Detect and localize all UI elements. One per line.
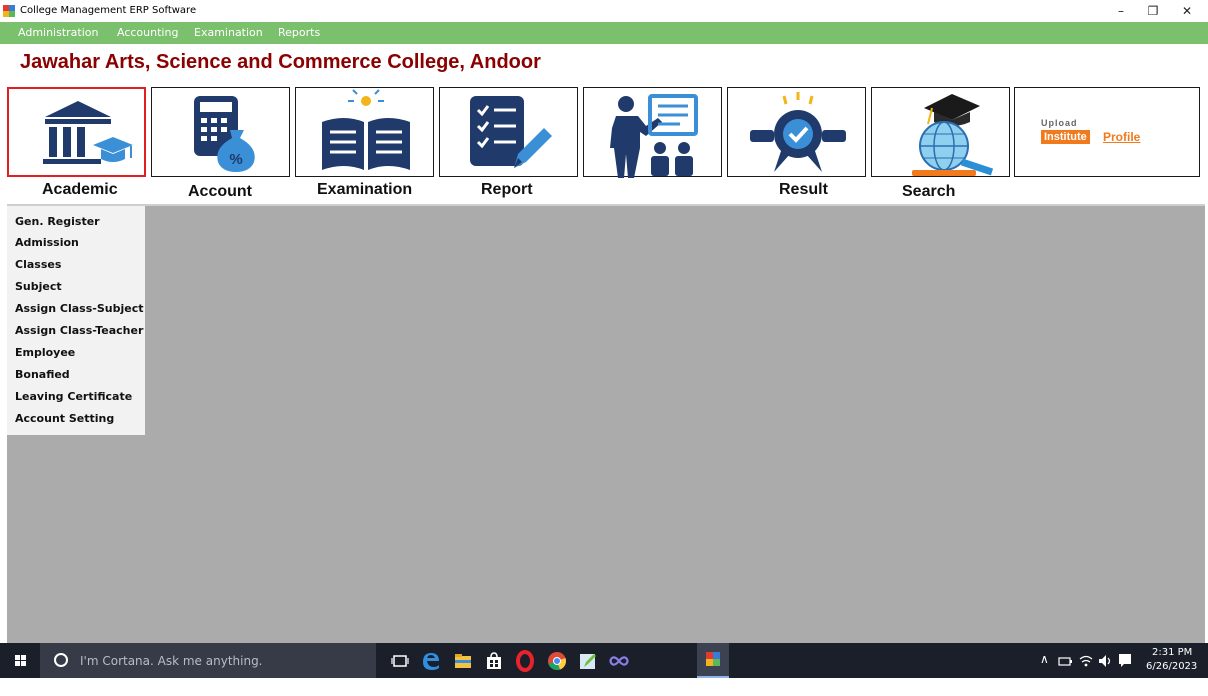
college-name: Jawahar Arts, Science and Commerce Colle… bbox=[20, 51, 541, 73]
submenu-bonafied[interactable]: Bonafied bbox=[15, 368, 70, 381]
active-app-taskbar-button[interactable] bbox=[697, 643, 729, 678]
tray-chevron-icon[interactable]: ∧ bbox=[1040, 652, 1049, 687]
app-icon bbox=[3, 5, 15, 17]
windows-logo-icon bbox=[15, 655, 26, 666]
calculator-money-bag-icon: % bbox=[194, 96, 255, 172]
submenu-subject[interactable]: Subject bbox=[15, 280, 62, 293]
wifi-icon[interactable] bbox=[1078, 654, 1094, 668]
tile-report[interactable] bbox=[439, 87, 578, 177]
edge-browser-icon[interactable] bbox=[419, 649, 443, 673]
close-button[interactable]: ✕ bbox=[1172, 0, 1202, 22]
file-explorer-icon[interactable] bbox=[451, 649, 475, 673]
tile-examination-label[interactable]: Examination bbox=[317, 181, 412, 199]
profile-link[interactable]: Profile bbox=[1103, 130, 1140, 144]
tile-academic-label[interactable]: Academic bbox=[42, 181, 118, 199]
mdi-workspace bbox=[7, 204, 1205, 643]
menu-reports[interactable]: Reports bbox=[278, 22, 320, 44]
action-center-icon[interactable] bbox=[1118, 653, 1132, 668]
tile-report-label[interactable]: Report bbox=[481, 181, 533, 199]
svg-text:%: % bbox=[229, 151, 242, 168]
store-icon[interactable] bbox=[482, 649, 506, 673]
academic-submenu: Gen. Register Admission Classes Subject … bbox=[7, 206, 145, 435]
submenu-assign-class-subject[interactable]: Assign Class-Subject bbox=[15, 302, 143, 315]
battery-network-icon[interactable] bbox=[1058, 654, 1072, 668]
upload-institute-profile-tile[interactable]: Upload Institute Profile bbox=[1014, 87, 1200, 177]
submenu-gen-register[interactable]: Gen. Register bbox=[15, 215, 100, 228]
maximize-button[interactable]: ❐ bbox=[1138, 0, 1168, 22]
start-button[interactable] bbox=[0, 643, 40, 678]
erp-app-icon bbox=[706, 652, 720, 666]
chrome-browser-icon[interactable] bbox=[545, 649, 569, 673]
submenu-employee[interactable]: Employee bbox=[15, 346, 75, 359]
open-book-lightbulb-icon bbox=[322, 89, 410, 170]
tile-result-label[interactable]: Result bbox=[779, 181, 828, 199]
upload-label: Upload bbox=[1041, 118, 1078, 128]
teacher-presentation-icon bbox=[610, 94, 698, 178]
speaker-volume-icon[interactable] bbox=[1098, 654, 1114, 668]
menu-administration[interactable]: Administration bbox=[18, 22, 99, 44]
submenu-assign-class-teacher[interactable]: Assign Class-Teacher bbox=[15, 324, 143, 337]
award-badge-icon bbox=[750, 92, 846, 172]
checklist-pencil-icon bbox=[470, 96, 552, 168]
taskbar: I'm Cortana. Ask me anything. ∧ 2:31 PM … bbox=[0, 643, 1208, 678]
cortana-search-placeholder: I'm Cortana. Ask me anything. bbox=[80, 654, 263, 668]
opera-browser-icon[interactable] bbox=[513, 649, 537, 673]
submenu-leaving-certificate[interactable]: Leaving Certificate bbox=[15, 390, 132, 403]
tile-result[interactable] bbox=[727, 87, 866, 177]
tile-examination[interactable] bbox=[295, 87, 434, 177]
institution-graduation-icon bbox=[43, 101, 133, 164]
submenu-classes[interactable]: Classes bbox=[15, 258, 61, 271]
menu-examination[interactable]: Examination bbox=[194, 22, 263, 44]
submenu-admission[interactable]: Admission bbox=[15, 236, 79, 249]
task-view-icon[interactable] bbox=[388, 649, 412, 673]
tile-search[interactable] bbox=[871, 87, 1010, 177]
cortana-circle-icon bbox=[54, 653, 68, 667]
window-title: College Management ERP Software bbox=[20, 5, 197, 16]
clock-date[interactable]: 6/26/2023 bbox=[1146, 661, 1197, 696]
app-window: College Management ERP Software – ❐ ✕ Ad… bbox=[0, 0, 1208, 678]
title-bar: College Management ERP Software – ❐ ✕ bbox=[0, 0, 1208, 22]
minimize-button[interactable]: – bbox=[1106, 0, 1136, 22]
cortana-search-box[interactable]: I'm Cortana. Ask me anything. bbox=[40, 643, 376, 678]
tile-academic[interactable] bbox=[7, 87, 146, 177]
infinity-app-icon[interactable] bbox=[607, 649, 631, 673]
sticky-notes-pen-icon[interactable] bbox=[576, 649, 600, 673]
tile-teacher[interactable] bbox=[583, 87, 722, 178]
tile-search-label[interactable]: Search bbox=[902, 183, 955, 201]
submenu-account-setting[interactable]: Account Setting bbox=[15, 412, 114, 425]
tile-account-label[interactable]: Account bbox=[188, 183, 252, 201]
globe-magnifier-graduation-cap-icon bbox=[912, 94, 994, 176]
tile-account[interactable]: % bbox=[151, 87, 290, 177]
institute-label: Institute bbox=[1041, 130, 1090, 144]
menu-bar: Administration Accounting Examination Re… bbox=[0, 22, 1208, 44]
menu-accounting[interactable]: Accounting bbox=[117, 22, 178, 44]
